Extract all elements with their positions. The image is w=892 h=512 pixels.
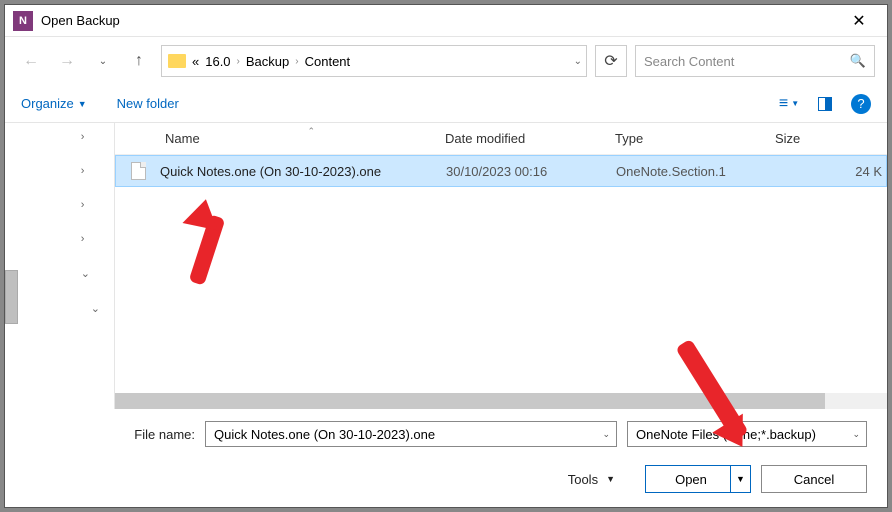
breadcrumb-part[interactable]: 16.0 [205,54,230,69]
file-name: Quick Notes.one (On 30-10-2023).one [160,164,446,179]
cancel-button[interactable]: Cancel [761,465,867,493]
onenote-icon: N [13,11,33,31]
up-button[interactable]: ↑ [125,47,153,75]
forward-button[interactable]: → [53,47,81,75]
chevron-down-icon: ▼ [606,474,615,484]
open-button[interactable]: Open ▼ [645,465,751,493]
body-area: › › › › ⌄ ⌄ Name⌃ Date modified Type Siz… [5,123,887,409]
folder-icon [168,54,186,68]
file-row[interactable]: Quick Notes.one (On 30-10-2023).one 30/1… [115,155,887,187]
horizontal-scrollbar[interactable] [115,393,887,409]
navigation-tree[interactable]: › › › › ⌄ ⌄ [5,123,115,409]
chevron-right-icon: › [295,56,298,67]
column-size[interactable]: Size [775,131,887,146]
tree-collapse-icon[interactable]: ⌄ [81,267,100,280]
scrollbar-thumb[interactable] [115,393,825,409]
chevron-down-icon: ▼ [78,99,87,109]
breadcrumb-part[interactable]: Content [305,54,351,69]
breadcrumb[interactable]: « 16.0 › Backup › Content ⌄ [161,45,587,77]
breadcrumb-prefix: « [192,54,199,69]
file-type-filter[interactable]: OneNote Files (*.one;*.backup) ⌄ [627,421,867,447]
column-type[interactable]: Type [615,131,775,146]
tree-expand-icon[interactable]: › [81,199,100,211]
organize-menu[interactable]: Organize ▼ [21,96,87,111]
file-size: 24 K [776,164,886,179]
chevron-right-icon: › [237,56,240,67]
tree-collapse-icon[interactable]: ⌄ [91,302,100,315]
toolbar: Organize ▼ New folder ≡ ▼ ? [5,85,887,123]
search-input[interactable]: Search Content 🔍 [635,45,875,77]
open-split-dropdown[interactable]: ▼ [730,466,750,492]
preview-pane-button[interactable] [811,90,839,118]
tree-expand-icon[interactable]: › [81,131,100,143]
new-folder-button[interactable]: New folder [117,96,179,111]
file-icon [131,162,146,180]
file-list: Name⌃ Date modified Type Size Quick Note… [115,123,887,409]
file-name-label: File name: [125,427,195,442]
footer: File name: Quick Notes.one (On 30-10-202… [5,409,887,507]
file-name-input[interactable]: Quick Notes.one (On 30-10-2023).one ⌄ [205,421,617,447]
search-placeholder: Search Content [644,54,850,69]
refresh-button[interactable]: ⟳ [595,45,627,77]
file-type: OneNote.Section.1 [616,164,776,179]
breadcrumb-part[interactable]: Backup [246,54,289,69]
sort-asc-icon: ⌃ [307,126,315,137]
tree-expand-icon[interactable]: › [81,165,100,177]
chevron-down-icon[interactable]: ⌄ [602,429,610,440]
close-button[interactable]: ✕ [839,7,879,35]
open-backup-dialog: N Open Backup ✕ ← → ⌄ ↑ « 16.0 › Backup … [4,4,888,508]
titlebar: N Open Backup ✕ [5,5,887,37]
breadcrumb-dropdown-icon[interactable]: ⌄ [574,56,582,67]
view-options-button[interactable]: ≡ ▼ [775,90,803,118]
search-icon: 🔍 [850,53,866,69]
chevron-down-icon[interactable]: ⌄ [852,429,860,440]
help-button[interactable]: ? [851,94,871,114]
recent-locations-button[interactable]: ⌄ [89,47,117,75]
tools-menu[interactable]: Tools ▼ [568,472,615,487]
column-headers: Name⌃ Date modified Type Size [115,123,887,155]
back-button[interactable]: ← [17,47,45,75]
column-date[interactable]: Date modified [445,131,615,146]
window-title: Open Backup [41,13,839,28]
column-name[interactable]: Name⌃ [115,131,445,146]
tree-scrollbar[interactable] [5,270,18,324]
navigation-bar: ← → ⌄ ↑ « 16.0 › Backup › Content ⌄ ⟳ Se… [5,37,887,85]
file-date: 30/10/2023 00:16 [446,164,616,179]
tree-expand-icon[interactable]: › [81,233,100,245]
